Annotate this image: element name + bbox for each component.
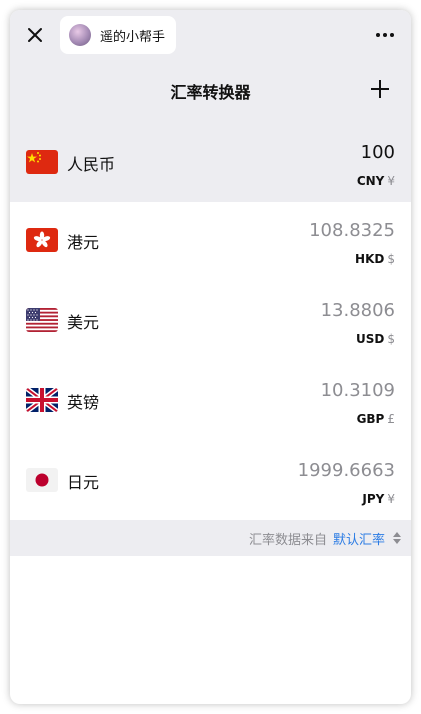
currency-symbol: ¥ bbox=[387, 492, 395, 506]
currency-code: CNY bbox=[356, 174, 385, 188]
add-currency-button[interactable] bbox=[371, 80, 389, 98]
currency-code: HKD bbox=[355, 252, 385, 266]
more-icon bbox=[376, 33, 394, 37]
page-title: 汇率转换器 bbox=[170, 83, 251, 102]
close-icon bbox=[28, 28, 42, 42]
currency-code-line: CNY ¥ bbox=[357, 174, 395, 188]
currency-code-line: USD $ bbox=[356, 332, 395, 346]
currency-symbol: $ bbox=[387, 332, 395, 346]
app-window: 遥的小帮手 汇率转换器 人民币 100 CNY ¥ 港元 108.8325 HK… bbox=[10, 10, 411, 704]
more-button[interactable] bbox=[373, 24, 397, 46]
currency-name: 英镑 bbox=[67, 393, 100, 412]
currency-code: GBP bbox=[356, 412, 385, 426]
currency-code: JPY bbox=[362, 492, 385, 506]
currency-symbol: £ bbox=[387, 412, 395, 426]
hk-flag-icon bbox=[26, 228, 58, 252]
cn-flag-icon bbox=[26, 150, 58, 174]
currency-code-line: GBP £ bbox=[357, 412, 395, 426]
currency-code-line: JPY ¥ bbox=[362, 492, 395, 506]
currency-amount[interactable]: 100 bbox=[361, 142, 395, 163]
close-button[interactable] bbox=[24, 24, 46, 46]
jp-flag-icon bbox=[26, 468, 58, 492]
currency-name: 日元 bbox=[67, 473, 100, 492]
currency-amount[interactable]: 1999.6663 bbox=[298, 460, 395, 481]
currency-name: 美元 bbox=[67, 313, 100, 332]
mini-program-chip[interactable]: 遥的小帮手 bbox=[60, 16, 176, 54]
currency-amount[interactable]: 13.8806 bbox=[321, 300, 395, 321]
currency-row-hkd[interactable]: 港元 108.8325 HKD $ bbox=[10, 200, 411, 280]
avatar bbox=[69, 24, 91, 46]
currency-amount[interactable]: 10.3109 bbox=[321, 380, 395, 401]
currency-code-line: HKD $ bbox=[355, 252, 395, 266]
gb-flag-icon bbox=[26, 388, 58, 412]
rate-source-label: 汇率数据来自 bbox=[248, 532, 327, 548]
currency-symbol: $ bbox=[387, 252, 395, 266]
currency-name: 人民币 bbox=[67, 155, 116, 174]
currency-row-cny[interactable]: 人民币 100 CNY ¥ bbox=[10, 122, 411, 202]
currency-row-jpy[interactable]: 日元 1999.6663 JPY ¥ bbox=[10, 440, 411, 520]
currency-amount[interactable]: 108.8325 bbox=[309, 220, 395, 241]
currency-code: USD bbox=[356, 332, 385, 346]
currency-name: 港元 bbox=[67, 233, 100, 252]
rate-source-bar: 汇率数据来自 默认汇率 bbox=[10, 520, 411, 556]
currency-row-gbp[interactable]: 英镑 10.3109 GBP £ bbox=[10, 360, 411, 440]
us-flag-icon bbox=[26, 308, 58, 332]
rate-source-link[interactable]: 默认汇率 bbox=[333, 529, 385, 548]
header-bar: 遥的小帮手 汇率转换器 bbox=[10, 10, 411, 132]
sort-icon[interactable] bbox=[393, 531, 401, 545]
currency-row-usd[interactable]: 美元 13.8806 USD $ bbox=[10, 280, 411, 360]
currency-symbol: ¥ bbox=[387, 174, 395, 188]
mini-program-name: 遥的小帮手 bbox=[100, 29, 166, 45]
